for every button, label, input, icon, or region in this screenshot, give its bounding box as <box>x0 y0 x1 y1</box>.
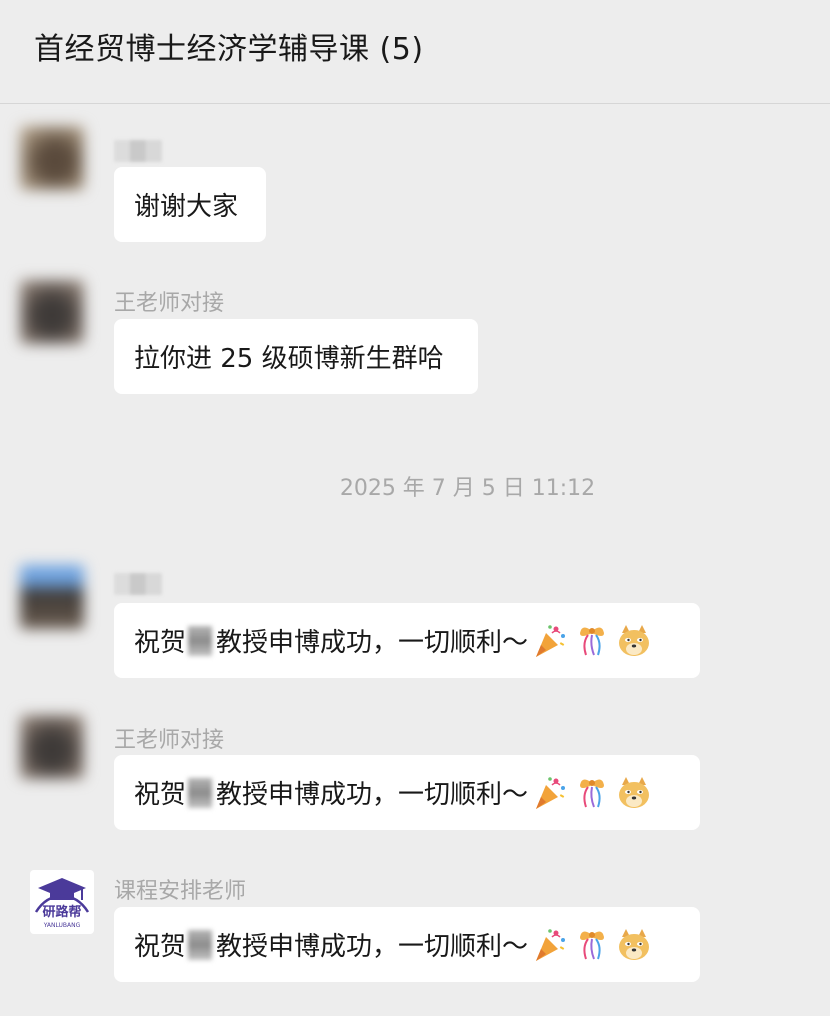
doge-icon <box>619 928 650 960</box>
party-popper-icon <box>536 624 566 657</box>
avatar[interactable] <box>20 715 84 779</box>
chat-title[interactable]: 首经贸博士经济学辅导课 (5) <box>34 24 424 68</box>
doge-icon <box>619 776 650 808</box>
message-bubble[interactable]: 祝贺 教授申博成功，一切顺利～ <box>114 907 700 982</box>
message-bubble[interactable]: 拉你进 25 级硕博新生群哈 <box>114 319 478 394</box>
avatar[interactable] <box>20 565 84 629</box>
message-text: 谢谢大家 <box>134 192 239 222</box>
chat-header: 首经贸博士经济学辅导课 (5) <box>0 0 830 104</box>
redacted-name <box>188 929 213 960</box>
ribbon-icon <box>580 626 605 655</box>
logo-text: 研路帮 <box>42 904 81 920</box>
message-text-before: 祝贺 <box>134 932 187 962</box>
message-bubble[interactable]: 祝贺 教授申博成功，一切顺利～ <box>114 603 700 678</box>
sender-name: 课程安排老师 <box>114 879 247 904</box>
party-popper-icon <box>536 776 566 809</box>
redacted-name <box>188 625 213 656</box>
party-popper-icon <box>536 928 566 961</box>
timestamp: 2025 年 7 月 5 日 11:12 <box>339 476 596 501</box>
message-text-before: 祝贺 <box>134 628 187 658</box>
logo-subtext: YANLUBANG <box>43 922 81 929</box>
message-text-before: 祝贺 <box>134 780 187 810</box>
ribbon-icon <box>580 930 605 959</box>
sender-name: 王老师对接 <box>114 291 225 316</box>
message-text-after: 教授申博成功，一切顺利～ <box>216 780 529 810</box>
sender-name: 王老师对接 <box>114 728 225 753</box>
graduation-cap-icon: 研路帮 YANLUBANG <box>34 878 90 929</box>
message-text: 拉你进 25 级硕博新生群哈 <box>134 344 444 374</box>
avatar[interactable] <box>20 126 84 190</box>
message-bubble[interactable]: 祝贺 教授申博成功，一切顺利～ <box>114 755 700 830</box>
message-text-after: 教授申博成功，一切顺利～ <box>216 932 529 962</box>
doge-icon <box>619 624 650 656</box>
avatar-logo[interactable]: 研路帮 YANLUBANG <box>30 870 94 934</box>
sender-name-redacted <box>114 140 162 162</box>
avatar[interactable] <box>20 280 84 344</box>
ribbon-icon <box>580 778 605 807</box>
sender-name-redacted <box>114 573 162 595</box>
message-bubble[interactable]: 谢谢大家 <box>114 167 266 242</box>
redacted-name <box>188 777 213 808</box>
message-text-after: 教授申博成功，一切顺利～ <box>216 628 529 658</box>
